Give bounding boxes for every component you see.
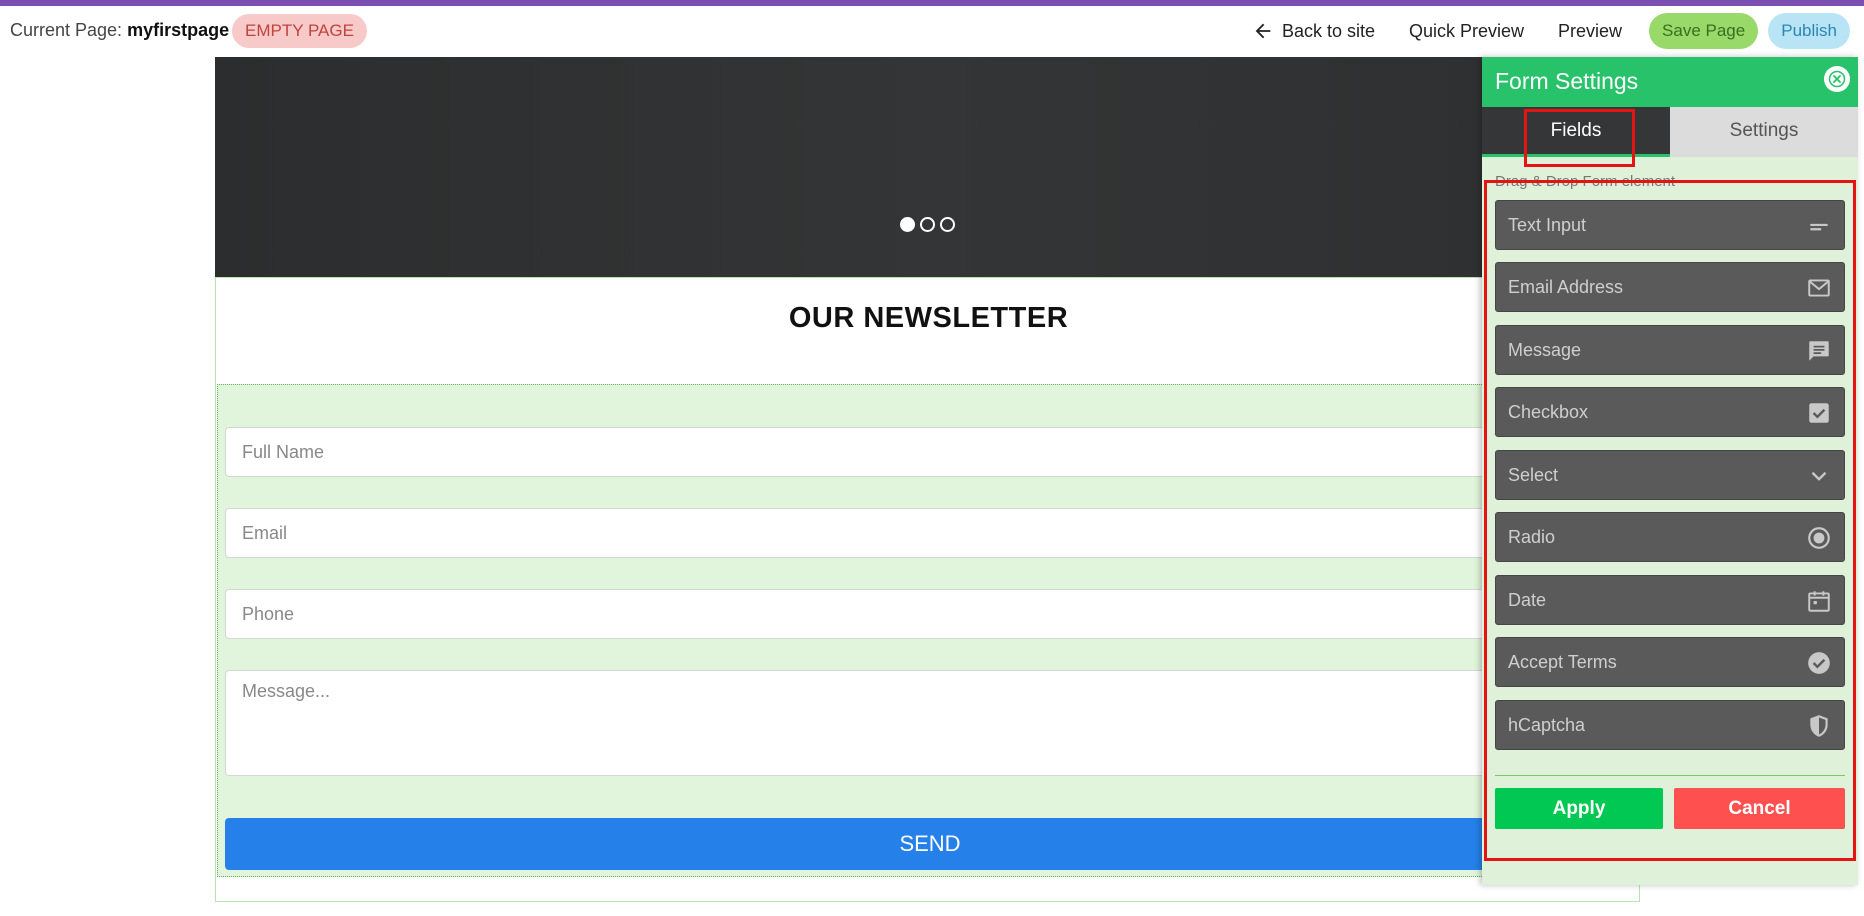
element-checkbox[interactable]: Checkbox — [1495, 387, 1845, 437]
element-label: Message — [1508, 340, 1582, 360]
check-circle-icon — [1806, 650, 1832, 676]
newsletter-title: OUR NEWSLETTER — [788, 302, 1069, 334]
phone-input[interactable]: Phone — [225, 589, 1635, 639]
newsletter-section: OUR NEWSLETTER Full Name Email Phone Mes… — [215, 277, 1640, 902]
element-radio[interactable]: Radio — [1495, 512, 1845, 562]
cancel-button[interactable]: Cancel — [1674, 788, 1845, 829]
save-page-button[interactable]: Save Page — [1649, 13, 1759, 49]
element-label: Checkbox — [1508, 402, 1589, 422]
current-page-name: myfirstpage — [127, 20, 230, 40]
element-label: Radio — [1508, 527, 1556, 547]
message-icon — [1806, 338, 1832, 364]
envelope-icon — [1806, 275, 1832, 301]
element-message[interactable]: Message — [1495, 325, 1845, 375]
top-toolbar: Current Page: myfirstpage EMPTY PAGE Bac… — [0, 6, 1864, 56]
element-hcaptcha[interactable]: hCaptcha — [1495, 700, 1845, 750]
tab-settings[interactable]: Settings — [1670, 107, 1858, 157]
form-settings-panel: Form Settings Fields Settings Drag & Dro… — [1482, 57, 1858, 885]
checkbox-icon — [1806, 400, 1832, 426]
newsletter-form: Full Name Email Phone Message... SEND — [217, 384, 1640, 877]
close-icon — [1828, 70, 1846, 88]
radio-icon — [1806, 525, 1832, 551]
slider-dot-2[interactable] — [920, 217, 935, 232]
element-select[interactable]: Select — [1495, 450, 1845, 500]
back-to-site-label: Back to site — [1281, 21, 1375, 41]
full-name-input[interactable]: Full Name — [225, 427, 1635, 477]
back-to-site-link[interactable]: Back to site — [1235, 13, 1392, 49]
send-button[interactable]: SEND — [225, 818, 1635, 870]
element-label: Text Input — [1508, 215, 1587, 235]
panel-header: Form Settings — [1482, 57, 1858, 107]
publish-button[interactable]: Publish — [1768, 13, 1850, 49]
shield-icon — [1806, 713, 1832, 739]
chevron-down-icon — [1806, 463, 1832, 489]
panel-tabs: Fields Settings — [1482, 107, 1858, 157]
message-textarea[interactable]: Message... — [225, 670, 1635, 776]
apply-button[interactable]: Apply — [1495, 788, 1663, 829]
calendar-icon — [1806, 588, 1832, 614]
email-input[interactable]: Email — [225, 508, 1635, 558]
short-text-icon — [1806, 213, 1832, 239]
element-label: Accept Terms — [1508, 652, 1617, 672]
panel-divider — [1495, 775, 1845, 776]
quick-preview-link[interactable]: Quick Preview — [1392, 13, 1541, 49]
close-panel-button[interactable] — [1824, 66, 1850, 92]
hero-slider — [215, 57, 1640, 277]
tab-fields[interactable]: Fields — [1482, 107, 1670, 157]
element-label: Date — [1508, 590, 1547, 610]
status-badge: EMPTY PAGE — [232, 14, 367, 48]
arrow-left-icon — [1255, 23, 1271, 39]
drag-drop-label: Drag & Drop Form element — [1495, 173, 1676, 190]
slider-dots — [900, 217, 955, 232]
element-label: hCaptcha — [1508, 715, 1586, 735]
current-page-label: Current Page: — [10, 20, 123, 40]
element-email-address[interactable]: Email Address — [1495, 262, 1845, 312]
current-page-indicator: Current Page: myfirstpage — [10, 20, 229, 41]
slider-dot-3[interactable] — [940, 217, 955, 232]
element-text-input[interactable]: Text Input — [1495, 200, 1845, 250]
top-nav: Back to site Quick Preview Preview Save … — [1235, 13, 1850, 49]
element-label: Email Address — [1508, 277, 1624, 297]
preview-link[interactable]: Preview — [1541, 13, 1639, 49]
slider-dot-1[interactable] — [900, 217, 915, 232]
element-date[interactable]: Date — [1495, 575, 1845, 625]
element-label: Select — [1508, 465, 1559, 485]
element-accept-terms[interactable]: Accept Terms — [1495, 637, 1845, 687]
panel-title: Form Settings — [1495, 68, 1639, 94]
